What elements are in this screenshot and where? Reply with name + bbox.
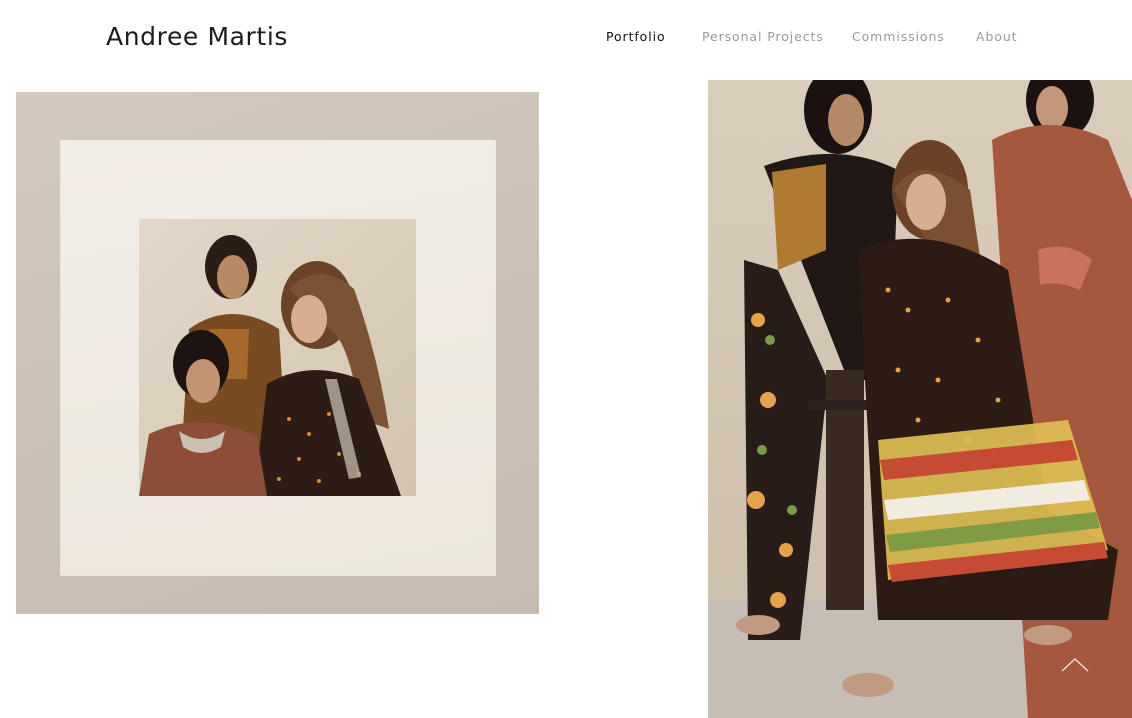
site-title-link[interactable]: Andree Martis (106, 19, 288, 55)
scroll-to-top-button[interactable] (1060, 656, 1090, 674)
nav-item-about[interactable]: About (976, 28, 1036, 46)
print-photo (139, 219, 416, 496)
nav-item-commissions[interactable]: Commissions (852, 28, 976, 46)
portfolio-image-framed-print[interactable] (16, 92, 539, 614)
group-portrait-illustration (708, 80, 1132, 718)
main-nav: Portfolio Personal Projects Commissions … (606, 28, 1036, 46)
portfolio-image-group-portrait[interactable] (708, 80, 1132, 718)
print-mat (60, 140, 496, 576)
nav-item-portfolio[interactable]: Portfolio (606, 28, 702, 46)
print-photo-illustration (139, 219, 416, 496)
nav-item-personal-projects[interactable]: Personal Projects (702, 28, 852, 46)
chevron-up-icon (1061, 658, 1089, 672)
page: Andree Martis Portfolio Personal Project… (0, 0, 1132, 718)
